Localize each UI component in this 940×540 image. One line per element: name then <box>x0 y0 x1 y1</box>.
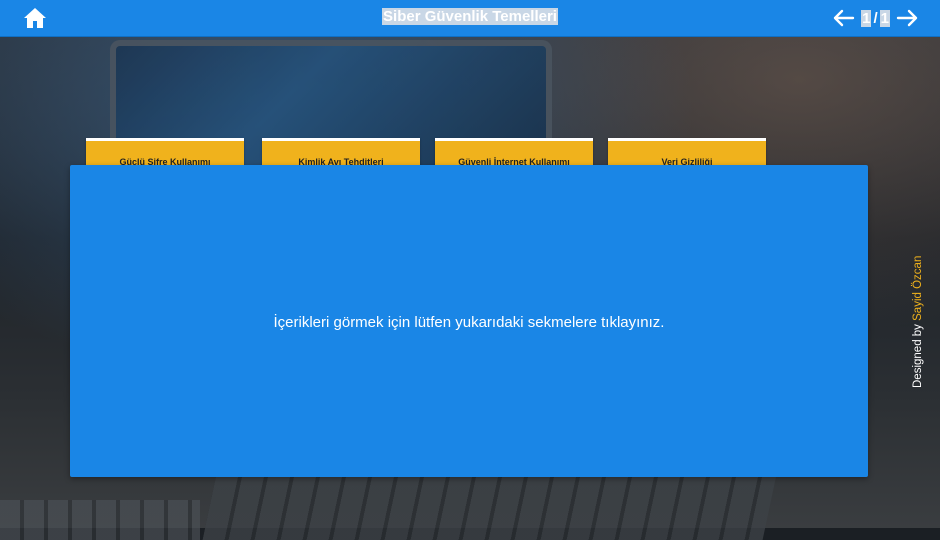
tab-safe-internet[interactable]: Güvenli İnternet Kullanımı <box>435 138 593 168</box>
content-panel: İçerikleri görmek için lütfen yukarıdaki… <box>70 165 868 477</box>
background-keyboard <box>202 470 778 540</box>
credit-author: Sayid Özcan <box>912 255 924 321</box>
page-title-text: Siber Güvenlik Temelleri <box>382 8 558 25</box>
page-separator: / <box>873 9 878 27</box>
credit-prefix: Designed by <box>912 324 924 388</box>
tab-strong-password[interactable]: Güçlü Şifre Kullanımı <box>86 138 244 168</box>
page-title: Siber Güvenlik Temelleri <box>0 8 940 25</box>
panel-message: İçerikleri görmek için lütfen yukarıdaki… <box>273 314 665 331</box>
arrow-right-icon[interactable] <box>896 8 920 28</box>
top-bar: Siber Güvenlik Temelleri 1 / 1 <box>0 0 940 37</box>
designer-credit: Designed by Sayid Özcan <box>912 256 924 388</box>
arrow-left-icon[interactable] <box>831 8 855 28</box>
background-keyboard-left <box>0 500 200 540</box>
tab-data-privacy[interactable]: Veri Gizliliği <box>608 138 766 168</box>
page-navigation: 1 / 1 <box>831 7 920 29</box>
page-counter: 1 / 1 <box>861 9 890 27</box>
tab-phishing-threats[interactable]: Kimlik Avı Tehditleri <box>262 138 420 168</box>
page-current: 1 <box>861 9 872 27</box>
page-total: 1 <box>879 9 890 27</box>
